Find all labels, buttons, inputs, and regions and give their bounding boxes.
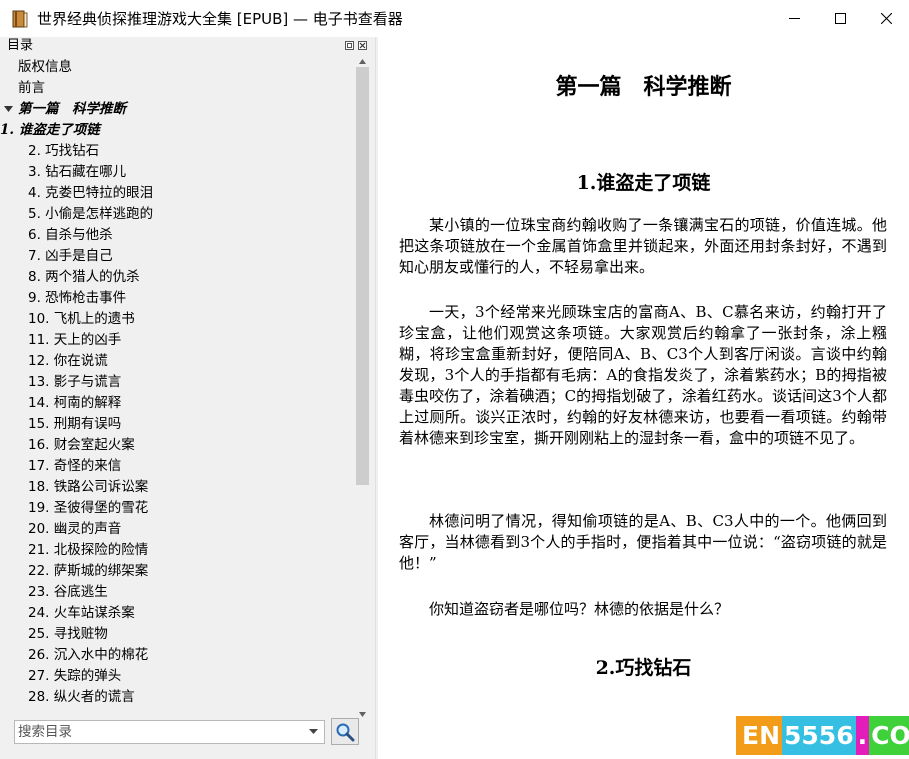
toc-item[interactable]: 27. 失踪的弹头 [28,666,121,687]
toc-panel: 目录 版权信息 前言 第一篇 科学推断 1. 谁盗走了项链 2. 巧找钻石 3. 钻石藏在… [0,37,375,759]
expand-arrow-icon[interactable] [4,105,13,114]
title-bar: 世界经典侦探推理游戏大全集 [EPUB] — 电子书查看器 [0,0,909,37]
scroll-thumb[interactable] [356,67,369,485]
toc-item[interactable]: 23. 谷底逃生 [28,582,108,603]
minimize-icon [788,18,800,19]
toc-item[interactable]: 8. 两个猎人的仇杀 [28,267,140,288]
toc-item[interactable]: 28. 纵火者的谎言 [28,687,135,708]
watermark-part: COM [869,716,909,755]
watermark-part: . [855,716,870,755]
toc-item[interactable]: 17. 奇怪的来信 [28,456,121,477]
scroll-up-icon[interactable] [358,57,367,66]
part-title: 第一篇 科学推断 [555,75,732,100]
toc-item[interactable]: 15. 刑期有误吗 [28,414,121,435]
toc-item[interactable]: 6. 自杀与他杀 [28,225,113,246]
toc-item[interactable]: 19. 圣彼得堡的雪花 [28,498,148,519]
toc-item[interactable]: 5. 小偷是怎样逃跑的 [28,204,153,225]
paragraph: 一天，3个经常来光顾珠宝店的富商A、B、C慕名来访，约翰打开了珍宝盒，让他们观赏… [399,303,887,447]
float-panel-icon[interactable] [345,41,354,50]
toc-item[interactable]: 前言 [18,78,45,99]
toc-part-item[interactable]: 第一篇 科学推断 [18,99,126,120]
book-icon [12,10,28,28]
magnifier-icon [336,723,355,741]
minimize-button[interactable] [771,0,817,37]
toc-item[interactable]: 3. 钻石藏在哪儿 [28,162,126,183]
chapter-title: 1.谁盗走了项链 [576,172,711,194]
window-title: 世界经典侦探推理游戏大全集 [EPUB] — 电子书查看器 [37,10,403,28]
toc-item[interactable]: 版权信息 [18,57,72,78]
toc-item[interactable]: 14. 柯南的解释 [28,393,121,414]
paragraph: 你知道盗窃者是哪位吗？林德的依据是什么？ [429,600,730,618]
toc-item[interactable]: 13. 影子与谎言 [28,372,121,393]
paragraph: 某小镇的一位珠宝商约翰收购了一条镶满宝石的项链，价值连城。他把这条项链放在一个金… [399,216,887,276]
toc-item[interactable]: 25. 寻找赃物 [28,624,108,645]
toc-item[interactable]: 2. 巧找钻石 [28,141,99,162]
book-content: 第一篇 科学推断 1.谁盗走了项链 某小镇的一位珠宝商约翰收购了一条镶满宝石的项… [378,37,909,759]
toc-header: 目录 [0,37,375,55]
toc-search-button[interactable] [331,718,359,745]
toc-item[interactable]: 21. 北极探险的险情 [28,540,148,561]
toc-item[interactable]: 12. 你在说谎 [28,351,108,372]
toc-search-input[interactable] [18,723,298,741]
toc-item-current[interactable]: 1. 谁盗走了项链 [0,120,100,141]
toc-item[interactable]: 7. 凶手是自己 [28,246,113,267]
chevron-down-icon[interactable] [309,729,318,735]
toc-title: 目录 [7,38,34,53]
toc-search-box[interactable] [14,720,325,744]
site-watermark: EN 5556 . COM [736,716,909,755]
toc-item[interactable]: 4. 克娄巴特拉的眼泪 [28,183,153,204]
toc-item[interactable]: 16. 财会室起火案 [28,435,135,456]
toc-item[interactable]: 10. 飞机上的遗书 [28,309,135,330]
close-button[interactable] [863,0,909,37]
toc-item[interactable]: 20. 幽灵的声音 [28,519,121,540]
watermark-part: 5556 [782,716,856,755]
close-icon [880,13,892,24]
toc-item[interactable]: 26. 沉入水中的棉花 [28,645,148,666]
toc-item[interactable]: 9. 恐怖枪击事件 [28,288,126,309]
chapter-title: 2.巧找钻石 [595,657,692,679]
toc-item[interactable]: 18. 铁路公司诉讼案 [28,477,148,498]
toc-list[interactable]: 版权信息 前言 第一篇 科学推断 1. 谁盗走了项链 2. 巧找钻石 3. 钻石藏在哪儿 4… [0,55,354,721]
toc-scrollbar[interactable] [354,55,371,721]
close-panel-icon[interactable] [358,41,367,50]
scroll-down-icon[interactable] [358,710,367,719]
toc-item[interactable]: 22. 萨斯城的绑架案 [28,561,148,582]
toc-item[interactable]: 24. 火车站谋杀案 [28,603,135,624]
maximize-button[interactable] [817,0,863,37]
maximize-icon [834,13,846,24]
toc-item[interactable]: 11. 天上的凶手 [28,330,121,351]
watermark-part: EN [736,716,783,755]
paragraph: 林德问明了情况，得知偷项链的是A、B、C3人中的一个。他俩回到客厅，当林德看到3… [399,512,887,572]
